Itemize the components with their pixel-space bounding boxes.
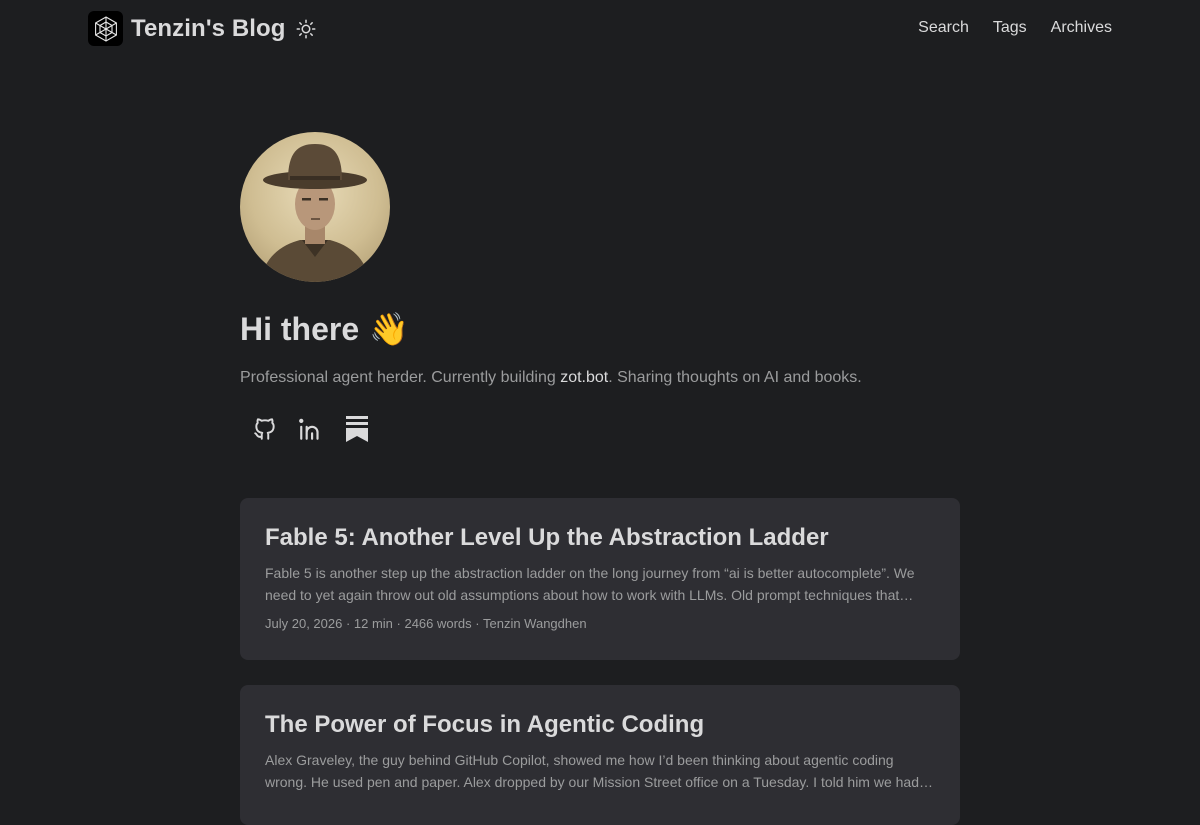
site-header: Tenzin's Blog Search Tags Archives — [0, 0, 1200, 60]
post-card[interactable]: The Power of Focus in Agentic Coding Ale… — [240, 685, 960, 825]
wave-emoji: 👋 — [369, 311, 409, 347]
sun-icon[interactable] — [296, 19, 316, 39]
post-excerpt: Fable 5 is another step up the abstracti… — [265, 565, 915, 603]
profile-section: Hi there 👋 Professional agent herder. Cu… — [240, 132, 960, 444]
linkedin-icon[interactable] — [296, 414, 326, 444]
greeting-heading: Hi there 👋 — [240, 310, 960, 348]
bio-text: Professional agent herder. Currently bui… — [240, 366, 960, 390]
post-meta: July 20, 2026 · 12 min · 2466 words · Te… — [265, 616, 587, 631]
bio-prefix: Professional agent herder. Currently bui… — [240, 369, 561, 386]
nav-archives[interactable]: Archives — [1051, 19, 1112, 37]
nav-tags[interactable]: Tags — [993, 19, 1027, 37]
cube-web-icon[interactable] — [88, 11, 123, 46]
post-card[interactable]: Fable 5: Another Level Up the Abstractio… — [240, 498, 960, 660]
github-icon[interactable] — [250, 414, 280, 444]
post-title: The Power of Focus in Agentic Coding — [265, 711, 705, 738]
nav-search[interactable]: Search — [918, 19, 969, 37]
post-title: Fable 5: Another Level Up the Abstractio… — [265, 524, 829, 551]
social-links — [240, 414, 960, 444]
greeting-text: Hi there — [240, 310, 360, 347]
substack-icon[interactable] — [342, 414, 372, 444]
site-title[interactable]: Tenzin's Blog — [131, 15, 286, 43]
avatar — [240, 132, 390, 282]
bio-link[interactable]: zot.bot — [560, 369, 608, 386]
post-excerpt: Alex Graveley, the guy behind GitHub Cop… — [265, 752, 933, 790]
main-nav: Search Tags Archives — [918, 19, 1112, 37]
bio-suffix: . Sharing thoughts on AI and books. — [608, 369, 862, 386]
brand: Tenzin's Blog — [88, 11, 316, 46]
